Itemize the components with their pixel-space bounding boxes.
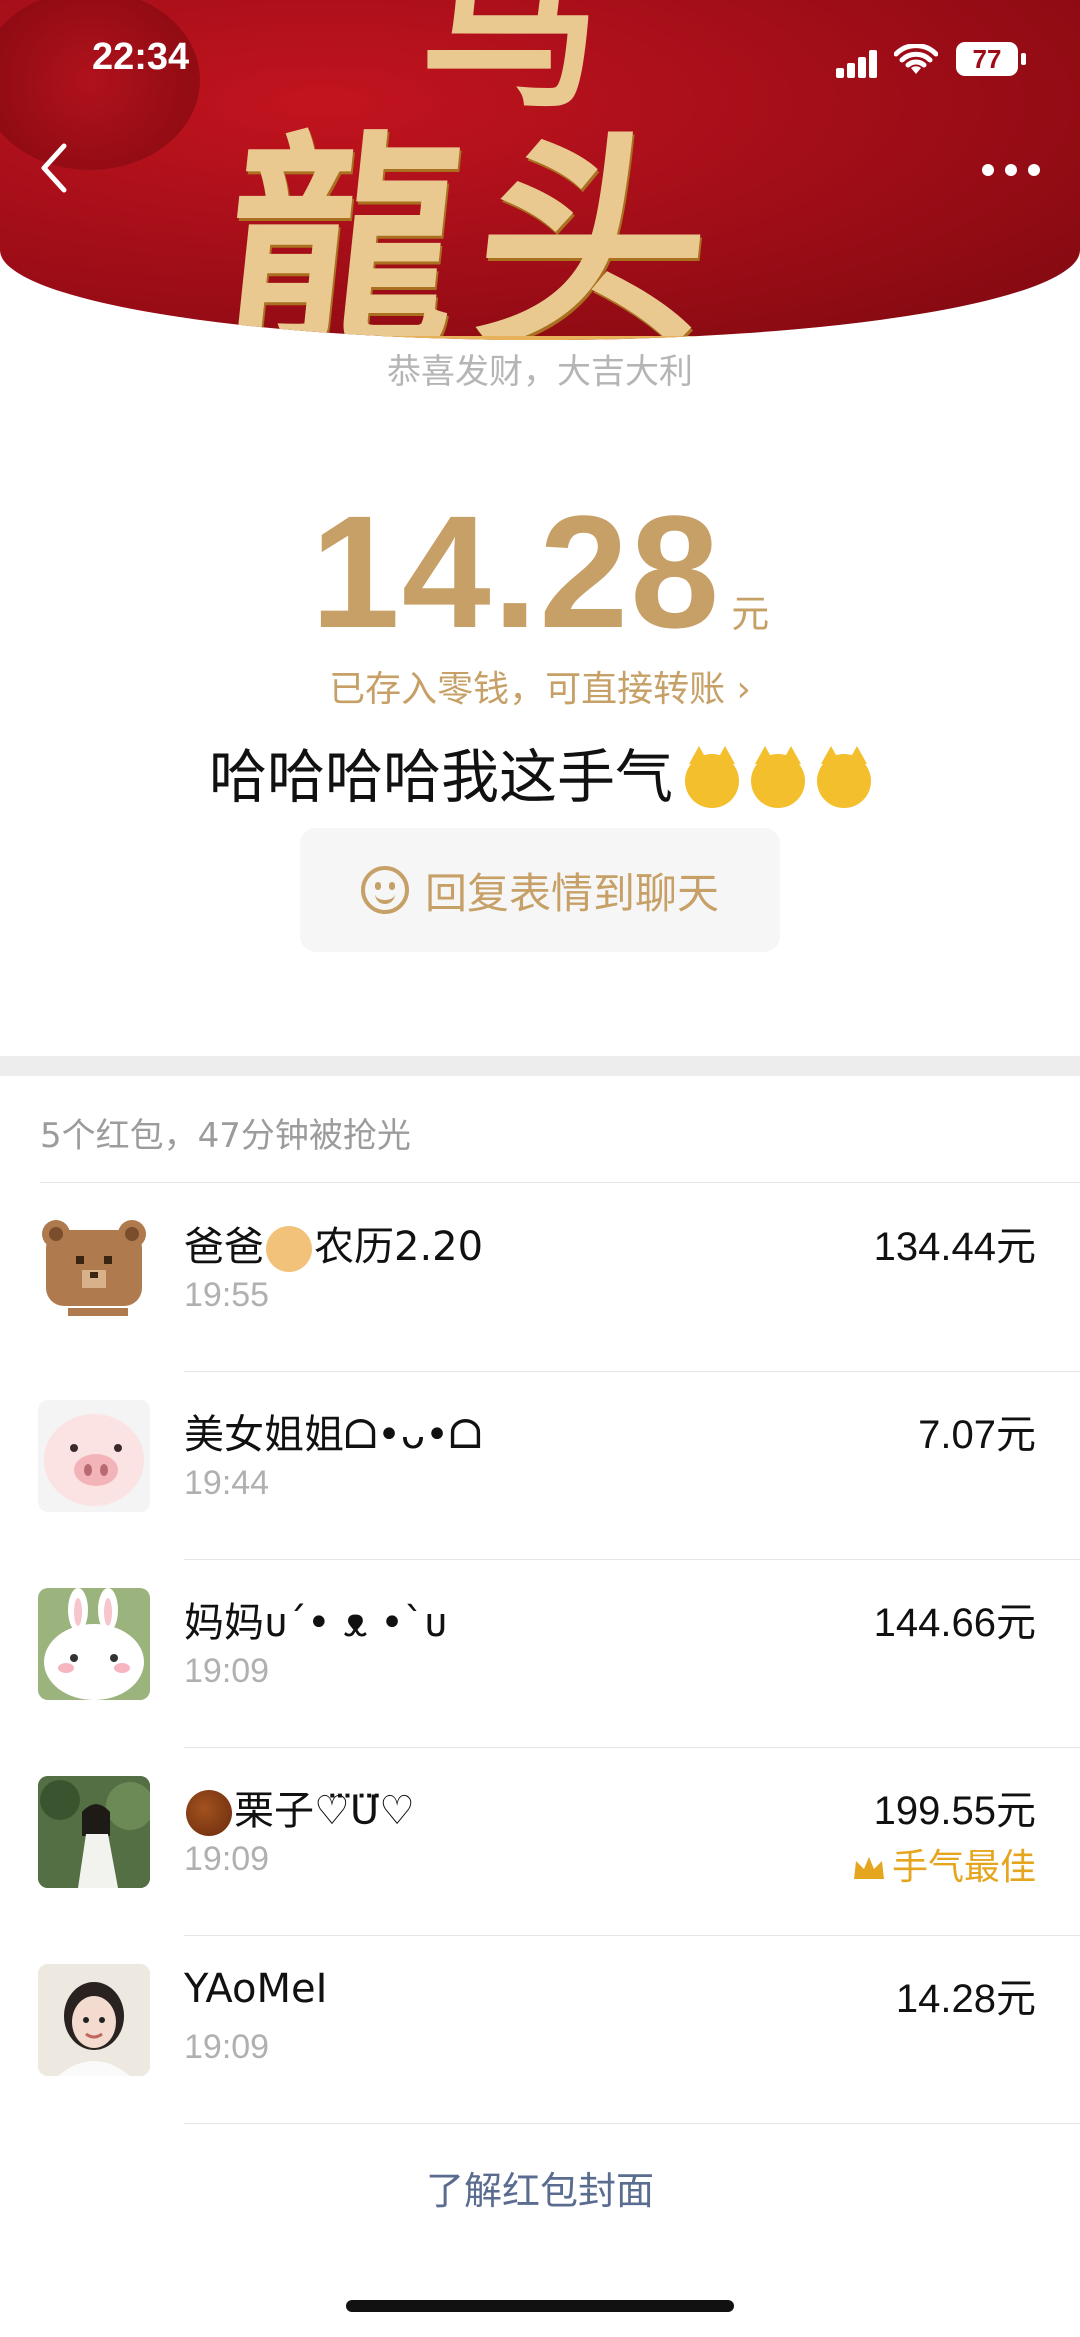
reply-button-label: 回复表情到聊天 [424,868,719,918]
record-amount: 134.44元 [873,1225,1036,1269]
list-item[interactable]: 爸爸 农历2.20 19:55 134.44元 [0,1184,1080,1372]
record-time: 19:55 [184,1276,270,1314]
record-amount: 7.07元 [918,1413,1036,1457]
section-divider [0,1056,1080,1076]
list-item[interactable]: 妈妈ᴜ´• ᴥ •`ᴜ 19:09 144.66元 [0,1560,1080,1748]
avatar [38,1964,150,2076]
cover-calligraphy: 龍头 [213,111,743,340]
learn-cover-link[interactable]: 了解红包封面 [0,2160,1080,2215]
chestnut-emoji-icon [186,1790,232,1836]
status-time: 22:34 [92,36,190,78]
smirk-cat-emoji-icon [685,745,739,808]
divider [40,1182,1080,1183]
received-amount: 14.28 元 [0,480,1080,664]
greeting-subtitle: 恭喜发财，大吉大利 [387,352,693,392]
more-button[interactable] [976,150,1046,190]
crown-icon [853,1857,884,1879]
list-item[interactable]: YAoMeI 19:09 14.28元 [0,1936,1080,2124]
battery-icon: 77 [956,42,1026,76]
packet-summary: 5个红包，47分钟被抢光 [40,1116,411,1156]
more-dots-icon [982,164,1040,176]
record-name: YAoMeI [184,1966,328,2012]
smirk-cat-emoji-icon [751,745,805,808]
record-amount: 144.66元 [873,1601,1036,1645]
divider [184,2123,1080,2124]
smirk-cat-emoji-icon [817,745,871,808]
back-button[interactable] [34,140,84,200]
best-luck-badge: 手气最佳 [852,1838,1036,1890]
record-amount: 199.55元 [873,1789,1036,1833]
avatar [38,1588,150,1700]
wifi-icon [893,43,939,78]
signal-icon [836,50,878,78]
list-item[interactable]: 栗子♡⃛ᑌ⃛♡ 19:09 199.55元 手气最佳 [0,1748,1080,1936]
record-name: 栗子♡⃛ᑌ⃛♡ [184,1778,415,1836]
avatar [38,1212,150,1324]
record-time: 19:09 [184,1652,270,1690]
record-name: 爸爸 农历2.20 [184,1224,484,1272]
man-emoji-icon [266,1226,312,1272]
record-time: 19:09 [184,1840,270,1878]
record-time: 19:44 [184,1464,270,1502]
banner-gold-edge [0,320,1080,340]
amount-value: 14.28 [310,482,722,661]
blessing-text: 哈哈哈哈我这手气 [208,743,673,811]
list-item[interactable]: 美女姐姐ᗝ•ᴗ•ᗝ 19:44 7.07元 [0,1372,1080,1560]
status-bar: 22:34 77 [0,30,1080,90]
home-indicator[interactable] [346,2300,734,2312]
avatar [38,1400,150,1512]
record-name: 妈妈ᴜ´• ᴥ •`ᴜ [184,1600,447,1646]
blessing-message: 哈哈哈哈我这手气 [0,730,1080,814]
smiley-icon [360,866,409,914]
chevron-left-icon [41,143,67,193]
stored-to-balance-link[interactable]: 已存入零钱，可直接转账 › [0,660,1080,712]
reply-sticker-button[interactable]: 回复表情到聊天 [300,828,780,952]
avatar [38,1776,150,1888]
record-name: 美女姐姐ᗝ•ᴗ•ᗝ [184,1412,483,1458]
record-amount: 14.28元 [895,1977,1036,2021]
record-time: 19:09 [184,2028,270,2066]
amount-unit: 元 [731,592,770,636]
